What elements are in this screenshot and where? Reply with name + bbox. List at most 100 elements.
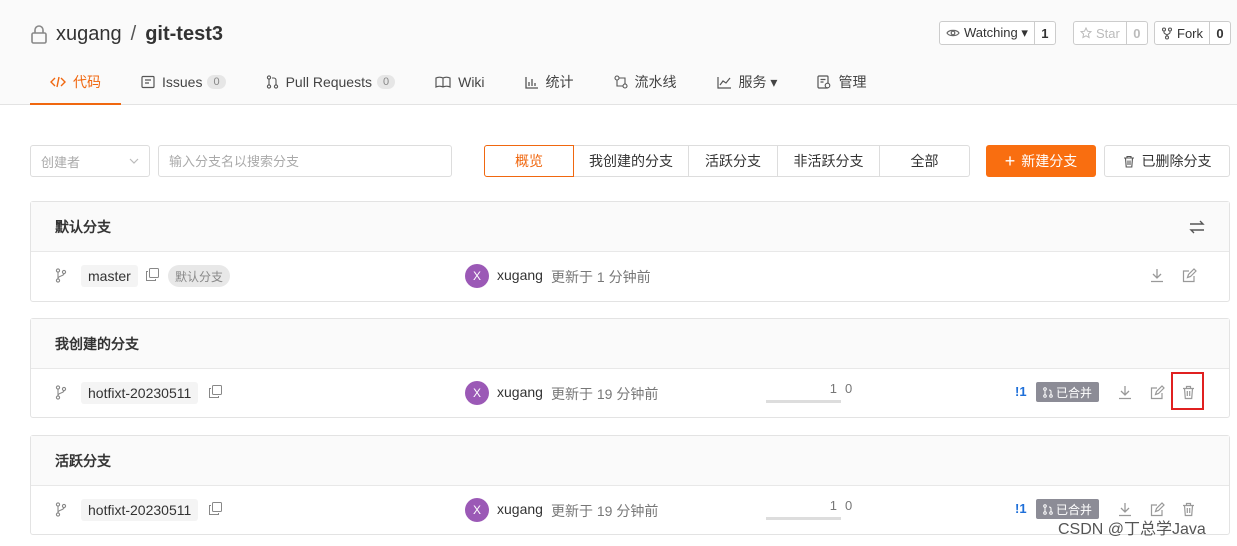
fork-label: Fork [1177,25,1203,41]
tab-issues-badge: 0 [207,75,226,89]
edit-icon[interactable] [1182,268,1197,283]
divergence-bar [766,400,841,403]
branch-filter-segments: 概览 我创建的分支 活跃分支 非活跃分支 全部 [484,145,970,177]
lock-icon [31,25,47,44]
fork-button-group: Fork 0 [1154,21,1231,45]
fork-button[interactable]: Fork [1155,22,1210,44]
branch-icon [55,268,67,283]
branch-icon [55,385,67,400]
watching-label: Watching ▾ [964,25,1028,40]
segment-active[interactable]: 活跃分支 [689,145,778,177]
commits-behind: 1 [829,498,837,513]
pull-request-icon [266,75,278,89]
panel-header: 活跃分支 [31,436,1229,486]
branch-row: hotfixt-20230511 X xugang 更新于 19 分钟前 1 0… [31,369,1229,417]
default-branch-tag: 默认分支 [168,265,231,287]
fork-count[interactable]: 0 [1210,22,1230,44]
panel-header: 默认分支 [31,202,1229,252]
panel-header: 我创建的分支 [31,319,1229,369]
tab-stats[interactable]: 统计 [505,60,594,104]
updated-time: 更新于 1 分钟前 [551,269,651,285]
avatar[interactable]: X [465,381,489,405]
fork-icon [1161,26,1173,40]
edit-icon[interactable] [1150,385,1165,400]
branch-icon [55,502,67,517]
segment-inactive[interactable]: 非活跃分支 [778,145,880,177]
star-count[interactable]: 0 [1127,22,1147,44]
merged-status-badge: 已合并 [1036,382,1100,402]
tab-pipeline[interactable]: 流水线 [594,60,697,104]
my-branches-panel: 我创建的分支 hotfixt-20230511 X xugang 更新于 19 … [30,318,1230,418]
repo-separator: / [130,22,137,45]
star-icon [1080,27,1092,39]
plus-icon: + [1004,151,1016,171]
watching-button[interactable]: Watching ▾ [940,22,1035,44]
branch-row: hotfixt-20230511 X xugang 更新于 19 分钟前 1 0… [31,486,1229,534]
panel-title: 默认分支 [55,218,111,235]
download-icon[interactable] [1150,268,1164,283]
eye-icon [946,29,960,37]
author-name[interactable]: xugang [497,501,543,517]
tab-code-label: 代码 [73,74,101,90]
new-branch-label: 新建分支 [1021,153,1078,169]
tab-issues[interactable]: Issues 0 [121,60,246,104]
download-icon[interactable] [1118,385,1132,400]
updated-time: 更新于 19 分钟前 [551,503,659,519]
tab-issues-label: Issues [162,74,203,90]
branch-row: master 默认分支 X xugang 更新于 1 分钟前 [31,252,1229,300]
segment-overview[interactable]: 概览 [484,145,574,177]
chart-line-icon [716,76,731,89]
branch-name-link[interactable]: hotfixt-20230511 [81,499,199,521]
issues-icon [141,75,155,89]
watermark: CSDN @丁总学Java [1058,521,1206,538]
avatar[interactable]: X [465,264,489,288]
tab-code[interactable]: 代码 [30,60,121,105]
commits-ahead: 0 [845,381,853,396]
merge-request-link[interactable]: !1 [1015,501,1027,516]
deleted-branches-button[interactable]: 已删除分支 [1104,145,1230,177]
creator-select-placeholder: 创建者 [41,154,81,170]
swap-icon[interactable] [1189,220,1205,234]
copy-icon[interactable] [209,502,222,515]
author-name[interactable]: xugang [497,384,543,400]
pipeline-icon [613,75,628,89]
repo-tabs: 代码 Issues 0 Pull Requests 0 Wiki 统计 流水线 … [30,60,886,105]
highlight-box [1171,372,1204,410]
divergence-bar [766,517,841,520]
repo-owner-link[interactable]: xugang [56,23,122,46]
avatar[interactable]: X [465,498,489,522]
copy-icon[interactable] [209,385,222,398]
star-button[interactable]: Star [1074,22,1127,44]
branch-name-link[interactable]: hotfixt-20230511 [81,382,199,404]
author-name[interactable]: xugang [497,267,543,283]
star-button-group: Star 0 [1073,21,1148,45]
code-icon [50,76,66,88]
chevron-down-icon [129,158,139,164]
merge-icon [1043,386,1053,398]
copy-icon[interactable] [146,268,159,281]
default-branch-panel: 默认分支 master 默认分支 X xugang 更新于 1 分钟前 [30,201,1230,302]
tab-manage[interactable]: 管理 [797,60,886,104]
tab-pull-requests[interactable]: Pull Requests 0 [246,60,416,104]
tab-pull-requests-badge: 0 [376,75,396,89]
merge-request-link[interactable]: !1 [1015,384,1027,399]
merged-label: 已合并 [1056,385,1093,400]
segment-all[interactable]: 全部 [880,145,970,177]
tab-services[interactable]: 服务 ▾ [697,60,798,104]
branch-name-link[interactable]: master [81,265,138,287]
branch-search-input[interactable] [158,145,452,177]
tab-wiki[interactable]: Wiki [415,60,504,104]
updated-time: 更新于 19 分钟前 [551,386,659,402]
panel-title: 活跃分支 [55,452,111,469]
panel-title: 我创建的分支 [55,335,139,352]
segment-mine[interactable]: 我创建的分支 [574,145,689,177]
watching-button-group: Watching ▾ 1 [939,21,1056,45]
tab-wiki-label: Wiki [458,74,485,90]
new-branch-button[interactable]: + 新建分支 [986,145,1096,177]
stats-icon [524,76,538,89]
active-branches-panel: 活跃分支 hotfixt-20230511 X xugang 更新于 19 分钟… [30,435,1230,535]
manage-icon [817,75,831,89]
watching-count[interactable]: 1 [1035,22,1055,44]
creator-select[interactable]: 创建者 [30,145,150,177]
repo-name-link[interactable]: git-test3 [145,23,223,46]
